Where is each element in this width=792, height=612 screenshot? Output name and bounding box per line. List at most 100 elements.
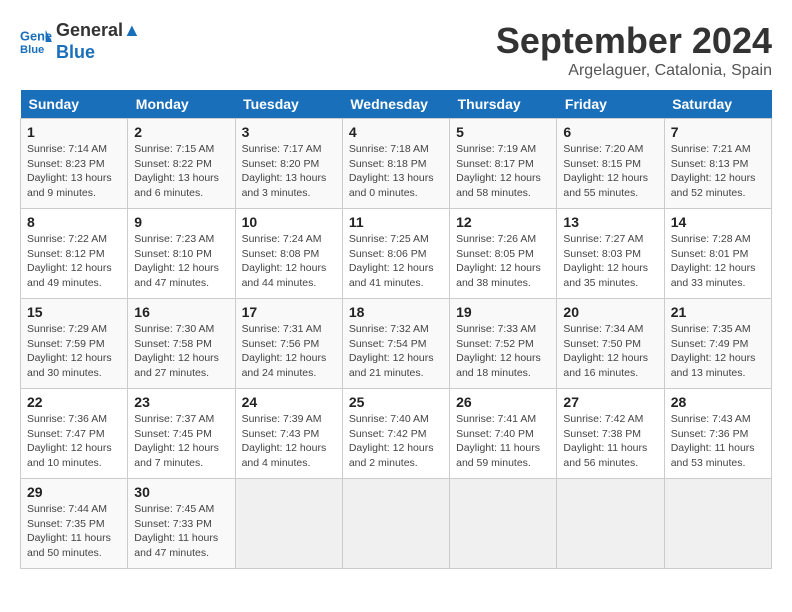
calendar-cell: 15 Sunrise: 7:29 AMSunset: 7:59 PMDayligh…	[21, 299, 128, 389]
day-info: Sunrise: 7:37 AMSunset: 7:45 PMDaylight:…	[134, 412, 228, 471]
calendar-cell: 12 Sunrise: 7:26 AMSunset: 8:05 PMDayligh…	[450, 209, 557, 299]
logo-icon: General Blue	[20, 26, 52, 58]
calendar-cell: 13Sunrise: 7:27 AMSunset: 8:03 PMDayligh…	[557, 209, 664, 299]
page-header: General Blue General▲ Blue September 202…	[20, 20, 772, 80]
day-number: 9	[134, 214, 228, 230]
calendar-cell: 24 Sunrise: 7:39 AMSunset: 7:43 PMDayligh…	[235, 389, 342, 479]
day-number: 5	[456, 124, 550, 140]
calendar-cell: 14 Sunrise: 7:28 AMSunset: 8:01 PMDayligh…	[664, 209, 771, 299]
day-info: Sunrise: 7:26 AMSunset: 8:05 PMDaylight:…	[456, 232, 550, 291]
calendar-week-3: 15 Sunrise: 7:29 AMSunset: 7:59 PMDayligh…	[21, 299, 772, 389]
day-number: 25	[349, 394, 443, 410]
day-info: Sunrise: 7:42 AMSunset: 7:38 PMDaylight:…	[563, 412, 657, 471]
calendar-cell: 9 Sunrise: 7:23 AMSunset: 8:10 PMDaylight…	[128, 209, 235, 299]
weekday-header-row: SundayMondayTuesdayWednesdayThursdayFrid…	[21, 90, 772, 119]
calendar-cell	[664, 479, 771, 569]
calendar-cell	[557, 479, 664, 569]
day-number: 19	[456, 304, 550, 320]
day-info: Sunrise: 7:24 AMSunset: 8:08 PMDaylight:…	[242, 232, 336, 291]
day-number: 18	[349, 304, 443, 320]
weekday-header-sunday: Sunday	[21, 90, 128, 119]
calendar-cell: 6 Sunrise: 7:20 AMSunset: 8:15 PMDaylight…	[557, 119, 664, 209]
month-title: September 2024	[496, 20, 772, 62]
day-number: 17	[242, 304, 336, 320]
calendar-cell: 7 Sunrise: 7:21 AMSunset: 8:13 PMDaylight…	[664, 119, 771, 209]
day-number: 7	[671, 124, 765, 140]
day-info: Sunrise: 7:19 AMSunset: 8:17 PMDaylight:…	[456, 142, 550, 201]
day-info: Sunrise: 7:40 AMSunset: 7:42 PMDaylight:…	[349, 412, 443, 471]
day-info: Sunrise: 7:30 AMSunset: 7:58 PMDaylight:…	[134, 322, 228, 381]
title-block: September 2024 Argelaguer, Catalonia, Sp…	[496, 20, 772, 80]
calendar-cell: 20Sunrise: 7:34 AMSunset: 7:50 PMDayligh…	[557, 299, 664, 389]
day-info: Sunrise: 7:22 AMSunset: 8:12 PMDaylight:…	[27, 232, 121, 291]
calendar-cell: 18 Sunrise: 7:32 AMSunset: 7:54 PMDayligh…	[342, 299, 449, 389]
day-number: 26	[456, 394, 550, 410]
calendar-week-1: 1 Sunrise: 7:14 AMSunset: 8:23 PMDaylight…	[21, 119, 772, 209]
day-info: Sunrise: 7:18 AMSunset: 8:18 PMDaylight:…	[349, 142, 443, 201]
calendar-week-5: 29Sunrise: 7:44 AMSunset: 7:35 PMDayligh…	[21, 479, 772, 569]
day-info: Sunrise: 7:35 AMSunset: 7:49 PMDaylight:…	[671, 322, 765, 381]
calendar-cell: 23 Sunrise: 7:37 AMSunset: 7:45 PMDayligh…	[128, 389, 235, 479]
day-number: 16	[134, 304, 228, 320]
day-number: 8	[27, 214, 121, 230]
calendar-cell: 28Sunrise: 7:43 AMSunset: 7:36 PMDayligh…	[664, 389, 771, 479]
day-info: Sunrise: 7:23 AMSunset: 8:10 PMDaylight:…	[134, 232, 228, 291]
day-info: Sunrise: 7:29 AMSunset: 7:59 PMDaylight:…	[27, 322, 121, 381]
day-number: 6	[563, 124, 657, 140]
day-info: Sunrise: 7:17 AMSunset: 8:20 PMDaylight:…	[242, 142, 336, 201]
day-info: Sunrise: 7:15 AMSunset: 8:22 PMDaylight:…	[134, 142, 228, 201]
calendar-cell	[235, 479, 342, 569]
day-info: Sunrise: 7:27 AMSunset: 8:03 PMDaylight:…	[563, 232, 657, 291]
day-number: 2	[134, 124, 228, 140]
calendar-cell: 16 Sunrise: 7:30 AMSunset: 7:58 PMDayligh…	[128, 299, 235, 389]
day-info: Sunrise: 7:21 AMSunset: 8:13 PMDaylight:…	[671, 142, 765, 201]
day-info: Sunrise: 7:25 AMSunset: 8:06 PMDaylight:…	[349, 232, 443, 291]
day-number: 12	[456, 214, 550, 230]
day-number: 29	[27, 484, 121, 500]
day-number: 30	[134, 484, 228, 500]
calendar-cell: 22Sunrise: 7:36 AMSunset: 7:47 PMDayligh…	[21, 389, 128, 479]
svg-text:Blue: Blue	[20, 44, 44, 56]
day-number: 10	[242, 214, 336, 230]
day-info: Sunrise: 7:33 AMSunset: 7:52 PMDaylight:…	[456, 322, 550, 381]
calendar-week-2: 8 Sunrise: 7:22 AMSunset: 8:12 PMDaylight…	[21, 209, 772, 299]
day-info: Sunrise: 7:31 AMSunset: 7:56 PMDaylight:…	[242, 322, 336, 381]
calendar-table: SundayMondayTuesdayWednesdayThursdayFrid…	[20, 90, 772, 569]
day-number: 15	[27, 304, 121, 320]
day-number: 27	[563, 394, 657, 410]
day-number: 14	[671, 214, 765, 230]
calendar-cell: 3Sunrise: 7:17 AMSunset: 8:20 PMDaylight…	[235, 119, 342, 209]
calendar-week-4: 22Sunrise: 7:36 AMSunset: 7:47 PMDayligh…	[21, 389, 772, 479]
day-number: 1	[27, 124, 121, 140]
calendar-cell: 25 Sunrise: 7:40 AMSunset: 7:42 PMDayligh…	[342, 389, 449, 479]
calendar-cell: 26Sunrise: 7:41 AMSunset: 7:40 PMDayligh…	[450, 389, 557, 479]
calendar-cell: 21 Sunrise: 7:35 AMSunset: 7:49 PMDayligh…	[664, 299, 771, 389]
calendar-cell: 8 Sunrise: 7:22 AMSunset: 8:12 PMDaylight…	[21, 209, 128, 299]
day-number: 24	[242, 394, 336, 410]
calendar-cell	[342, 479, 449, 569]
day-number: 21	[671, 304, 765, 320]
day-number: 28	[671, 394, 765, 410]
day-info: Sunrise: 7:20 AMSunset: 8:15 PMDaylight:…	[563, 142, 657, 201]
calendar-cell: 17 Sunrise: 7:31 AMSunset: 7:56 PMDayligh…	[235, 299, 342, 389]
day-info: Sunrise: 7:32 AMSunset: 7:54 PMDaylight:…	[349, 322, 443, 381]
weekday-header-thursday: Thursday	[450, 90, 557, 119]
calendar-cell: 4 Sunrise: 7:18 AMSunset: 8:18 PMDaylight…	[342, 119, 449, 209]
calendar-cell: 29Sunrise: 7:44 AMSunset: 7:35 PMDayligh…	[21, 479, 128, 569]
calendar-cell: 2 Sunrise: 7:15 AMSunset: 8:22 PMDaylight…	[128, 119, 235, 209]
weekday-header-saturday: Saturday	[664, 90, 771, 119]
weekday-header-monday: Monday	[128, 90, 235, 119]
weekday-header-friday: Friday	[557, 90, 664, 119]
calendar-cell: 10 Sunrise: 7:24 AMSunset: 8:08 PMDayligh…	[235, 209, 342, 299]
location-title: Argelaguer, Catalonia, Spain	[496, 62, 772, 80]
day-number: 23	[134, 394, 228, 410]
day-info: Sunrise: 7:28 AMSunset: 8:01 PMDaylight:…	[671, 232, 765, 291]
calendar-cell: 30Sunrise: 7:45 AMSunset: 7:33 PMDayligh…	[128, 479, 235, 569]
calendar-cell: 1 Sunrise: 7:14 AMSunset: 8:23 PMDaylight…	[21, 119, 128, 209]
calendar-cell: 11Sunrise: 7:25 AMSunset: 8:06 PMDayligh…	[342, 209, 449, 299]
day-info: Sunrise: 7:14 AMSunset: 8:23 PMDaylight:…	[27, 142, 121, 201]
day-info: Sunrise: 7:39 AMSunset: 7:43 PMDaylight:…	[242, 412, 336, 471]
calendar-cell: 19 Sunrise: 7:33 AMSunset: 7:52 PMDayligh…	[450, 299, 557, 389]
calendar-body: 1 Sunrise: 7:14 AMSunset: 8:23 PMDaylight…	[21, 119, 772, 569]
day-number: 4	[349, 124, 443, 140]
